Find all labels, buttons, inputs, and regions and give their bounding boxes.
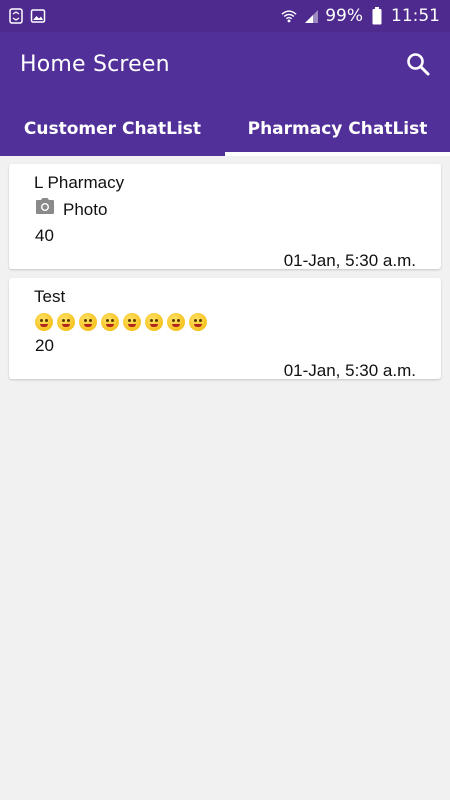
chat-list: L Pharmacy Photo 40 01-Jan, 5:30 a.m. Te… xyxy=(0,156,450,396)
emoji-icon xyxy=(167,313,185,331)
emoji-icon xyxy=(101,313,119,331)
battery-percent: 99% xyxy=(325,6,363,26)
chat-count: 20 xyxy=(35,336,54,355)
wifi-icon xyxy=(281,8,297,24)
chat-message-text: Photo xyxy=(63,200,108,219)
page-title: Home Screen xyxy=(20,52,170,77)
chat-last-message: Photo xyxy=(35,196,415,224)
chat-count: 40 xyxy=(35,226,54,245)
emoji-icon xyxy=(189,313,207,331)
status-bar: 99% 11:51 xyxy=(0,0,450,32)
clock: 11:51 xyxy=(391,6,440,26)
status-bar-left xyxy=(8,8,46,24)
camera-icon xyxy=(35,196,55,224)
status-bar-right: 99% 11:51 xyxy=(281,6,440,26)
tab-pharmacy-chatlist[interactable]: Pharmacy ChatList xyxy=(225,102,450,156)
chat-timestamp: 01-Jan, 5:30 a.m. xyxy=(283,251,416,270)
search-button[interactable] xyxy=(402,50,434,82)
emoji-icon xyxy=(35,313,53,331)
tab-label: Customer ChatList xyxy=(23,119,202,139)
search-icon xyxy=(405,51,431,82)
tab-bar: Customer ChatList Pharmacy ChatList xyxy=(0,102,450,156)
image-icon xyxy=(30,8,46,24)
chat-list-item[interactable]: Test 20 01-Jan, 5:30 a.m. xyxy=(9,278,441,380)
tab-customer-chatlist[interactable]: Customer ChatList xyxy=(0,102,225,156)
chat-timestamp: 01-Jan, 5:30 a.m. xyxy=(283,361,416,380)
emoji-icon xyxy=(145,313,163,331)
signal-icon xyxy=(303,8,319,24)
emoji-icon xyxy=(57,313,75,331)
screenshot-icon xyxy=(8,8,24,24)
battery-icon xyxy=(369,7,385,25)
chat-name: Test xyxy=(34,287,66,306)
tab-label: Pharmacy ChatList xyxy=(247,119,428,139)
chat-list-item[interactable]: L Pharmacy Photo 40 01-Jan, 5:30 a.m. xyxy=(9,164,441,270)
chat-name: L Pharmacy xyxy=(34,173,125,192)
emoji-icon xyxy=(79,313,97,331)
chat-emoji-message xyxy=(35,310,415,334)
emoji-icon xyxy=(123,313,141,331)
app-bar: Home Screen xyxy=(0,32,450,102)
